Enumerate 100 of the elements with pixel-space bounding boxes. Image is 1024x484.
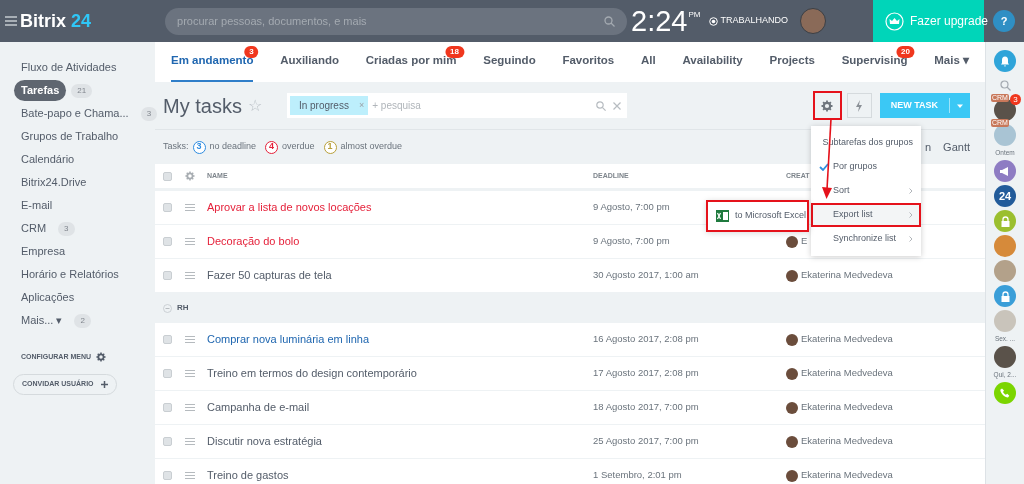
avatar	[786, 333, 798, 346]
count-badge: 2	[74, 313, 91, 328]
status-icon	[708, 16, 718, 26]
plus-icon	[100, 380, 108, 388]
app-icon[interactable]: 24	[994, 185, 1016, 207]
menu-item[interactable]: Sort	[811, 179, 921, 203]
menu-item[interactable]: Synchronize list	[811, 227, 921, 251]
sidebar-item[interactable]: CRM	[14, 220, 54, 237]
lightning-button[interactable]	[846, 93, 872, 118]
deadline-cell: 18 Agosto 2017, 7:00 pm	[593, 400, 699, 415]
task-name[interactable]: Treino em termos do design contemporário	[207, 367, 417, 380]
search-icon	[595, 100, 606, 111]
crown-icon	[885, 11, 904, 31]
deadline-cell: 16 Agosto 2017, 2:08 pm	[593, 332, 699, 347]
tab[interactable]: Projects	[769, 42, 815, 82]
search-icon[interactable]	[999, 80, 1011, 91]
creator-name[interactable]: Ekaterina Medvedeva	[801, 468, 893, 483]
counter-badge[interactable]: 4	[265, 140, 279, 154]
notifications-icon[interactable]	[994, 50, 1016, 72]
task-name[interactable]: Campanha de e-mail	[207, 401, 310, 414]
menu-item[interactable]: Export list	[811, 203, 921, 227]
search-input[interactable]: + pesquisa	[372, 98, 596, 113]
checkbox[interactable]	[163, 271, 172, 280]
count-badge: 18	[445, 46, 464, 58]
tab[interactable]: Favoritos	[562, 42, 615, 82]
sidebar-item[interactable]: Tarefas	[14, 80, 67, 101]
deadline-cell: 1 Setembro, 2:01 pm	[593, 468, 682, 483]
counter-text[interactable]: almost overdue	[340, 140, 403, 154]
sidebar-item[interactable]: Horário e Relatórios	[14, 266, 126, 283]
deadline-cell: 9 Agosto, 7:00 pm	[593, 234, 670, 249]
checkbox[interactable]	[163, 171, 172, 181]
deadline-cell: 25 Agosto 2017, 7:00 pm	[593, 434, 699, 449]
task-name[interactable]: Discutir nova estratégia	[207, 435, 322, 448]
work-status[interactable]: TRABALHANDO	[720, 14, 788, 28]
phone-icon[interactable]	[994, 382, 1016, 404]
sidebar-item[interactable]: Grupos de Trabalho	[14, 128, 126, 145]
avatar	[786, 401, 798, 414]
creator-name[interactable]: Ekaterina Medvedeva	[801, 434, 893, 449]
counter-badge[interactable]: 3	[192, 140, 206, 154]
logo: Bitrix 24	[20, 9, 92, 33]
tab[interactable]: All	[640, 42, 656, 82]
checkbox[interactable]	[163, 471, 172, 480]
avatar	[786, 435, 798, 448]
task-name[interactable]: Aprovar a lista de novos locações	[207, 201, 372, 214]
count-badge: 3	[244, 46, 259, 58]
sidebar-item[interactable]: Bitrix24.Drive	[14, 174, 94, 191]
checkbox[interactable]	[163, 237, 172, 246]
clear-icon[interactable]	[612, 101, 621, 110]
task-name[interactable]: Fazer 50 capturas de tela	[207, 269, 332, 282]
creator-name[interactable]: Ekaterina Medvedeva	[801, 400, 893, 415]
view-link[interactable]: Gantt	[943, 138, 970, 156]
sidebar-item[interactable]: Aplicações	[14, 289, 82, 306]
collapse-icon[interactable]	[163, 303, 172, 313]
tab[interactable]: Availability	[682, 42, 743, 82]
user-avatar[interactable]	[800, 8, 826, 34]
counter-label: Tasks:	[163, 140, 189, 154]
settings-icon	[96, 352, 106, 363]
creator-name[interactable]: Ekaterina Medvedeva	[801, 366, 893, 381]
lock-icon[interactable]	[994, 210, 1016, 232]
menu-icon[interactable]	[5, 16, 17, 26]
creator-name[interactable]: E	[801, 234, 808, 249]
chat-avatar[interactable]	[994, 124, 1016, 146]
sidebar-item[interactable]: E-mail	[14, 197, 60, 214]
avatar	[786, 235, 798, 248]
checkbox[interactable]	[163, 437, 172, 446]
lightning-icon	[855, 99, 864, 112]
count-badge: 3	[140, 106, 158, 121]
counter-text[interactable]: no deadline	[209, 140, 257, 154]
checkbox[interactable]	[163, 335, 172, 344]
checkbox[interactable]	[163, 403, 172, 412]
sidebar-item[interactable]: Bate-papo e Chama...	[14, 105, 136, 122]
megaphone-icon[interactable]	[994, 160, 1016, 182]
counter-text[interactable]: overdue	[282, 140, 315, 154]
spreadsheet-icon	[716, 210, 729, 222]
deadline-cell: 30 Agosto 2017, 1:00 am	[593, 268, 699, 283]
tab[interactable]: Seguindo	[483, 42, 536, 82]
checkbox[interactable]	[163, 203, 172, 212]
chat-avatar[interactable]	[994, 346, 1016, 368]
submenu-item[interactable]: to Microsoft Excel	[706, 200, 809, 232]
sidebar-item[interactable]: Empresa	[14, 243, 73, 260]
tab[interactable]: Auxiliando	[280, 42, 339, 82]
caret-icon	[957, 103, 963, 108]
tab[interactable]: Mais ▾	[934, 42, 969, 82]
sidebar-item[interactable]: Mais... ▾	[14, 312, 70, 329]
creator-name[interactable]: Ekaterina Medvedeva	[801, 332, 893, 347]
menu-item[interactable]: Por grupos	[811, 155, 921, 179]
help-button[interactable]: ?	[993, 10, 1015, 32]
view-link[interactable]: n	[924, 138, 932, 156]
clock-time: 2:24	[631, 6, 688, 36]
group-title: RH	[177, 302, 189, 314]
checkbox[interactable]	[163, 369, 172, 378]
filter-field[interactable]: In progress × + pesquisa	[286, 93, 627, 118]
creator-name[interactable]: Ekaterina Medvedeva	[801, 268, 893, 283]
task-name[interactable]: Decoração do bolo	[207, 235, 300, 248]
settings-button[interactable]	[814, 93, 840, 118]
sidebar-item[interactable]: Calendário	[14, 151, 82, 168]
task-name[interactable]: Treino de gastos	[207, 469, 289, 482]
lock-icon[interactable]	[994, 285, 1016, 307]
sidebar-item[interactable]: Fluxo de Atividades	[14, 59, 124, 76]
task-name[interactable]: Comprar nova luminária em linha	[207, 333, 369, 346]
